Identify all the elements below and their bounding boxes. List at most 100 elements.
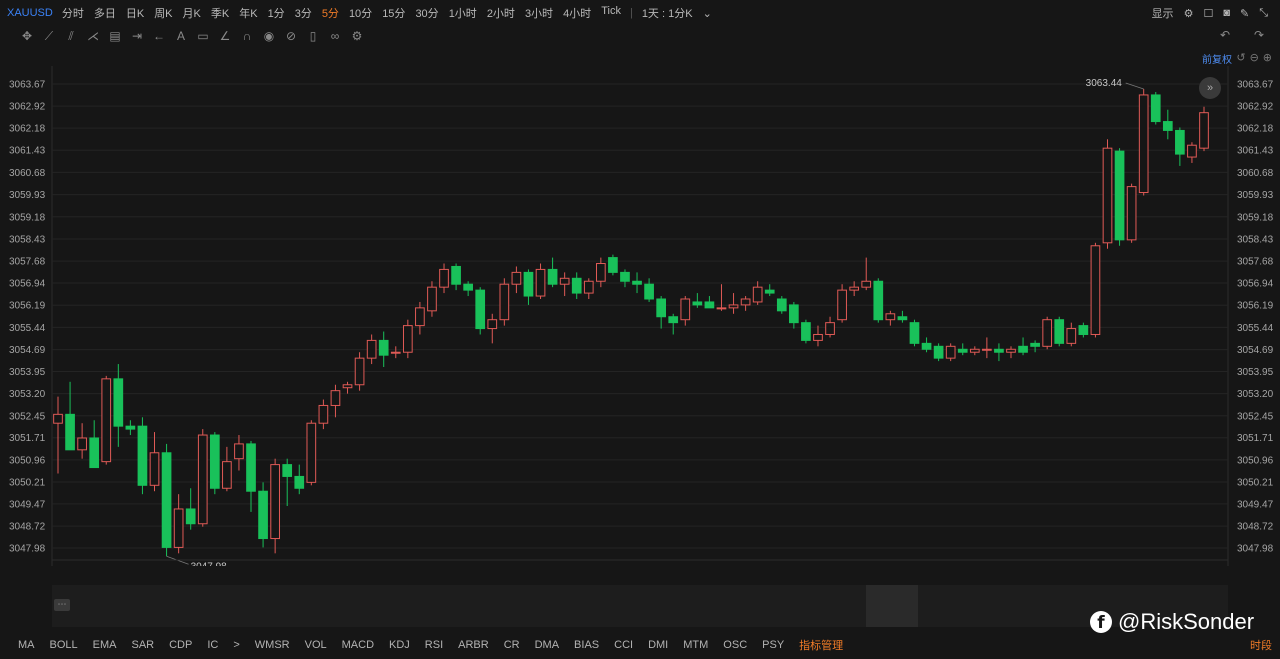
indicator-osc[interactable]: OSC [723,639,747,651]
timeframe-1[interactable]: 多日 [89,5,121,21]
timeframe-10[interactable]: 10分 [344,5,377,21]
candle[interactable] [740,296,751,311]
candle[interactable] [535,263,546,299]
candle[interactable] [366,334,377,365]
candle[interactable] [65,381,75,451]
timeframe-9[interactable]: 5分 [317,5,344,21]
indicator-dma[interactable]: DMA [535,639,559,651]
candle[interactable] [390,346,401,359]
candle[interactable] [1066,322,1077,347]
candle[interactable] [897,310,908,323]
candle[interactable] [885,310,896,326]
candle[interactable] [1006,346,1016,359]
candle[interactable] [1150,91,1161,125]
line-tool-icon[interactable]: ⟋ [38,29,60,44]
candle[interactable] [1162,109,1173,140]
candle[interactable] [234,435,244,471]
candle[interactable] [1030,340,1040,353]
indicator-cdp[interactable]: CDP [169,639,192,651]
indicator-kdj[interactable]: KDJ [389,639,410,651]
range-selector[interactable]: 1天 : 1分K [637,5,698,21]
indicator-ema[interactable]: EMA [93,639,117,651]
candle[interactable] [909,319,920,347]
navigator-window[interactable] [866,585,918,627]
candle[interactable] [716,284,727,311]
indicator-boll[interactable]: BOLL [50,639,78,651]
chevron-down-icon[interactable]: ⌄ [698,7,717,20]
eye-icon[interactable]: ◉ [258,29,280,43]
candle[interactable] [125,420,136,436]
candle[interactable] [511,266,522,294]
candle[interactable] [342,381,353,394]
symbol-label[interactable]: XAUUSD [7,7,53,19]
indicator-ic[interactable]: IC [207,639,218,651]
display-button[interactable]: 显示 [1152,5,1174,21]
magnet-icon[interactable]: ∩ [236,29,258,43]
candle[interactable] [752,281,763,305]
candle[interactable] [209,432,220,495]
candle[interactable] [837,284,847,323]
candle[interactable] [137,417,148,495]
candle[interactable] [957,343,968,356]
timeframe-6[interactable]: 年K [234,5,262,21]
candle[interactable] [994,343,1004,362]
candle[interactable] [402,319,413,359]
indicator-dmi[interactable]: DMI [648,639,668,651]
candle[interactable] [825,316,835,338]
candle[interactable] [1175,127,1185,166]
indicator-mtm[interactable]: MTM [683,639,708,651]
candle[interactable] [644,278,654,302]
shrink-icon[interactable]: ⤡ [1259,7,1268,20]
camera-icon[interactable]: ◙ [1223,7,1230,19]
candle[interactable] [487,313,498,344]
chart-area[interactable]: 3063.67 3063.67 3062.92 3062.92 3062.18 3062.… [0,66,1280,566]
candle[interactable] [620,269,630,288]
candle[interactable] [294,464,305,495]
timeframe-5[interactable]: 季K [206,5,234,21]
candle[interactable] [680,296,691,326]
candle[interactable] [197,429,208,527]
timeframe-16[interactable]: 4小时 [558,5,596,21]
chevron-right-icon[interactable]: > [233,639,239,651]
indicator-cci[interactable]: CCI [614,639,633,651]
text-tool-icon[interactable]: A [170,29,192,43]
timeframe-13[interactable]: 1小时 [444,5,482,21]
candle[interactable] [523,269,534,305]
redo-icon[interactable]: ↷ [1248,28,1270,42]
pattern-tool-icon[interactable]: ⋌ [82,29,104,43]
candle[interactable] [499,278,510,326]
timeframe-2[interactable]: 日K [121,5,149,21]
indicator-rsi[interactable]: RSI [425,639,443,651]
candle[interactable] [1090,242,1101,338]
candle[interactable] [1199,106,1209,152]
indicator-psy[interactable]: PSY [762,639,784,651]
candle[interactable] [1138,89,1149,196]
candle[interactable] [704,296,715,309]
layout-icon[interactable]: ☐ [1203,7,1213,20]
navigator-grip-icon[interactable]: ⋯ [54,599,70,611]
candle[interactable] [547,257,558,288]
arrow-tool-icon[interactable]: ← [148,29,170,43]
candle[interactable] [873,278,884,323]
indicator-macd[interactable]: MACD [342,639,374,651]
zoom-in-icon[interactable]: ⊕ [1263,51,1272,64]
crosshair-icon[interactable]: ✥ [16,29,38,43]
timeframe-4[interactable]: 月K [178,5,206,21]
candle[interactable] [656,296,667,329]
zoom-out-icon[interactable]: ⊖ [1250,51,1259,64]
timeframe-11[interactable]: 15分 [377,5,410,21]
candle[interactable] [728,293,739,314]
channel-tool-icon[interactable]: ⫽ [60,29,82,44]
measure-tool-icon[interactable]: ⇥ [126,29,148,43]
pen-icon[interactable]: ✎ [1240,7,1249,20]
candle[interactable] [776,296,787,314]
indicator-cr[interactable]: CR [504,639,520,651]
fib-tool-icon[interactable]: ▤ [104,29,126,43]
candle[interactable] [77,423,87,459]
candle[interactable] [427,281,437,317]
time-navigator[interactable]: ⋯ [52,585,1228,627]
candle[interactable] [559,272,570,297]
candle[interactable] [306,420,317,486]
timeframe-15[interactable]: 3小时 [520,5,558,21]
timeframe-7[interactable]: 1分 [263,5,290,21]
